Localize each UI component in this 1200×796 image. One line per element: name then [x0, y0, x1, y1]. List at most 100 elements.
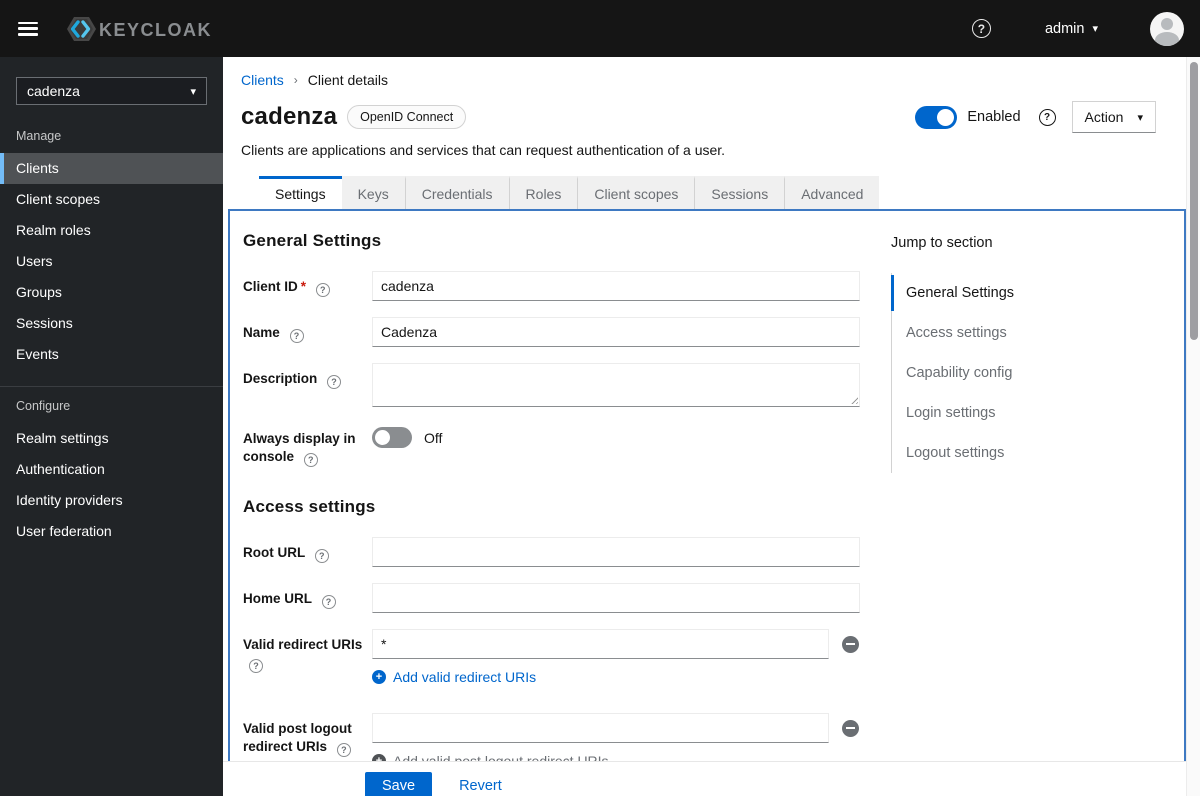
client-id-label: Client ID * ?: [243, 271, 365, 297]
sidebar-item-events[interactable]: Events: [0, 339, 223, 370]
tab-bar: Settings Keys Credentials Roles Client s…: [223, 176, 1200, 209]
page-scrollbar[interactable]: [1186, 57, 1200, 796]
breadcrumb-clients-link[interactable]: Clients: [241, 72, 284, 88]
valid-post-logout-uri-input[interactable]: [372, 713, 829, 743]
help-icon[interactable]: ?: [971, 19, 991, 38]
remove-redirect-uri-icon[interactable]: [842, 635, 859, 653]
jump-to-section-list: General Settings Access settings Capabil…: [891, 273, 1171, 473]
action-dropdown[interactable]: Action ▾: [1071, 101, 1156, 133]
question-circle-icon[interactable]: ?: [249, 659, 263, 673]
root-url-input[interactable]: [372, 537, 860, 567]
scrollbar-thumb[interactable]: [1190, 62, 1198, 340]
jump-item-logout-settings[interactable]: Logout settings: [892, 433, 1171, 473]
user-menu[interactable]: admin ▾: [1045, 21, 1098, 37]
avatar[interactable]: [1150, 11, 1184, 46]
valid-post-logout-uris-label: Valid post logout redirect URIs ?: [243, 721, 352, 757]
keycloak-logo[interactable]: KEYCLOAK: [64, 14, 216, 44]
plus-circle-icon: +: [372, 754, 386, 761]
settings-form: General Settings Client ID* ? Name ?: [243, 231, 860, 761]
tab-sessions[interactable]: Sessions: [694, 176, 785, 209]
jump-item-general-settings[interactable]: General Settings: [891, 273, 1171, 313]
topbar-right: ? admin ▾: [971, 11, 1184, 46]
question-circle-icon[interactable]: ?: [321, 595, 336, 609]
question-circle-icon[interactable]: ?: [315, 283, 330, 297]
sidebar-item-realm-roles[interactable]: Realm roles: [0, 215, 223, 246]
client-id-row: Client ID * ?: [243, 271, 860, 301]
question-circle-icon[interactable]: ?: [336, 743, 351, 757]
caret-down-icon: ▾: [1137, 111, 1143, 124]
enabled-toggle[interactable]: [915, 105, 958, 129]
brand-text: KEYCLOAK: [99, 20, 212, 40]
tab-client-scopes[interactable]: Client scopes: [577, 176, 695, 209]
settings-panel: General Settings Client ID* ? Name ?: [228, 209, 1186, 761]
save-button[interactable]: Save: [365, 771, 433, 796]
tab-credentials[interactable]: Credentials: [404, 176, 509, 209]
sidebar-item-groups[interactable]: Groups: [0, 277, 223, 308]
root-url-row: Root URL ?: [243, 537, 860, 567]
root-url-label: Root URL ?: [243, 537, 365, 563]
realm-selector[interactable]: cadenza ▾: [16, 77, 207, 105]
question-circle-icon[interactable]: ?: [303, 453, 318, 467]
revert-button[interactable]: Revert: [459, 778, 502, 794]
client-id-input[interactable]: [372, 271, 860, 301]
sidebar-item-realm-settings[interactable]: Realm settings: [0, 423, 223, 454]
avatar-head-icon: [1161, 17, 1173, 30]
sidebar-item-clients[interactable]: Clients: [0, 153, 223, 184]
username: admin: [1044, 20, 1085, 37]
page-header: Clients › Client details cadenza OpenID …: [223, 57, 1200, 163]
jump-item-access-settings[interactable]: Access settings: [892, 313, 1171, 353]
valid-redirect-uris-label: Valid redirect URIs ?: [243, 637, 363, 673]
sidebar-item-user-federation[interactable]: User federation: [0, 516, 223, 547]
caret-down-icon: ▾: [1092, 23, 1098, 35]
breadcrumb-current: Client details: [307, 72, 388, 88]
add-valid-redirect-uri-button[interactable]: + Add valid redirect URIs: [372, 669, 860, 685]
access-settings-heading: Access settings: [243, 497, 376, 516]
hamburger-menu-icon[interactable]: [18, 21, 38, 36]
tab-settings[interactable]: Settings: [259, 176, 342, 209]
name-input[interactable]: [372, 317, 860, 347]
sidebar: cadenza ▾ Manage Clients Client scopes R…: [0, 57, 223, 796]
valid-redirect-uris-row: Valid redirect URIs ? + Add valid redire…: [243, 629, 860, 685]
description-textarea[interactable]: [372, 363, 860, 407]
description-row: Description ?: [243, 363, 860, 407]
sidebar-item-identity-providers[interactable]: Identity providers: [0, 485, 223, 516]
chevron-right-icon: ›: [293, 73, 298, 87]
name-label: Name ?: [243, 317, 365, 343]
jump-item-capability-config[interactable]: Capability config: [892, 353, 1171, 393]
sidebar-nav: Manage Clients Client scopes Realm roles…: [0, 109, 223, 547]
tab-roles[interactable]: Roles: [508, 176, 578, 209]
question-circle-icon[interactable]: ?: [289, 329, 304, 343]
jump-to-section-heading: Jump to section: [891, 235, 993, 251]
keycloak-admin-console: KEYCLOAK ? admin ▾ cadenza ▾ Manage Clie: [0, 0, 1200, 796]
description-label: Description ?: [243, 363, 365, 389]
question-circle-icon[interactable]: ?: [1038, 108, 1056, 126]
name-row: Name ?: [243, 317, 860, 347]
sidebar-item-users[interactable]: Users: [0, 246, 223, 277]
jump-item-login-settings[interactable]: Login settings: [892, 393, 1171, 433]
enabled-label: Enabled: [967, 109, 1021, 125]
question-circle-icon[interactable]: ?: [314, 549, 329, 563]
top-bar: KEYCLOAK ? admin ▾: [0, 0, 1200, 57]
page-title: cadenza: [241, 103, 338, 130]
always-display-state: Off: [424, 429, 443, 446]
action-label: Action: [1084, 109, 1124, 125]
tab-keys[interactable]: Keys: [341, 176, 405, 209]
avatar-body-icon: [1155, 31, 1179, 46]
jump-to-section-panel: Jump to section General Settings Access …: [891, 231, 1171, 761]
sidebar-item-authentication[interactable]: Authentication: [0, 454, 223, 485]
keycloak-logo-icon: KEYCLOAK: [67, 16, 212, 41]
protocol-badge: OpenID Connect: [347, 105, 467, 129]
valid-redirect-uri-input[interactable]: [372, 629, 829, 659]
home-url-row: Home URL ?: [243, 583, 860, 613]
nav-section-manage: Manage: [16, 129, 62, 143]
tab-advanced[interactable]: Advanced: [784, 176, 880, 209]
remove-post-logout-uri-icon[interactable]: [842, 719, 859, 737]
add-post-logout-uri-button[interactable]: + Add valid post logout redirect URIs: [372, 753, 860, 761]
home-url-input[interactable]: [372, 583, 860, 613]
sidebar-item-client-scopes[interactable]: Client scopes: [0, 184, 223, 215]
question-circle-icon[interactable]: ?: [327, 375, 342, 389]
nav-section-configure: Configure: [16, 399, 71, 413]
plus-circle-icon: +: [372, 670, 386, 684]
always-display-toggle[interactable]: [372, 427, 412, 448]
sidebar-item-sessions[interactable]: Sessions: [0, 308, 223, 339]
